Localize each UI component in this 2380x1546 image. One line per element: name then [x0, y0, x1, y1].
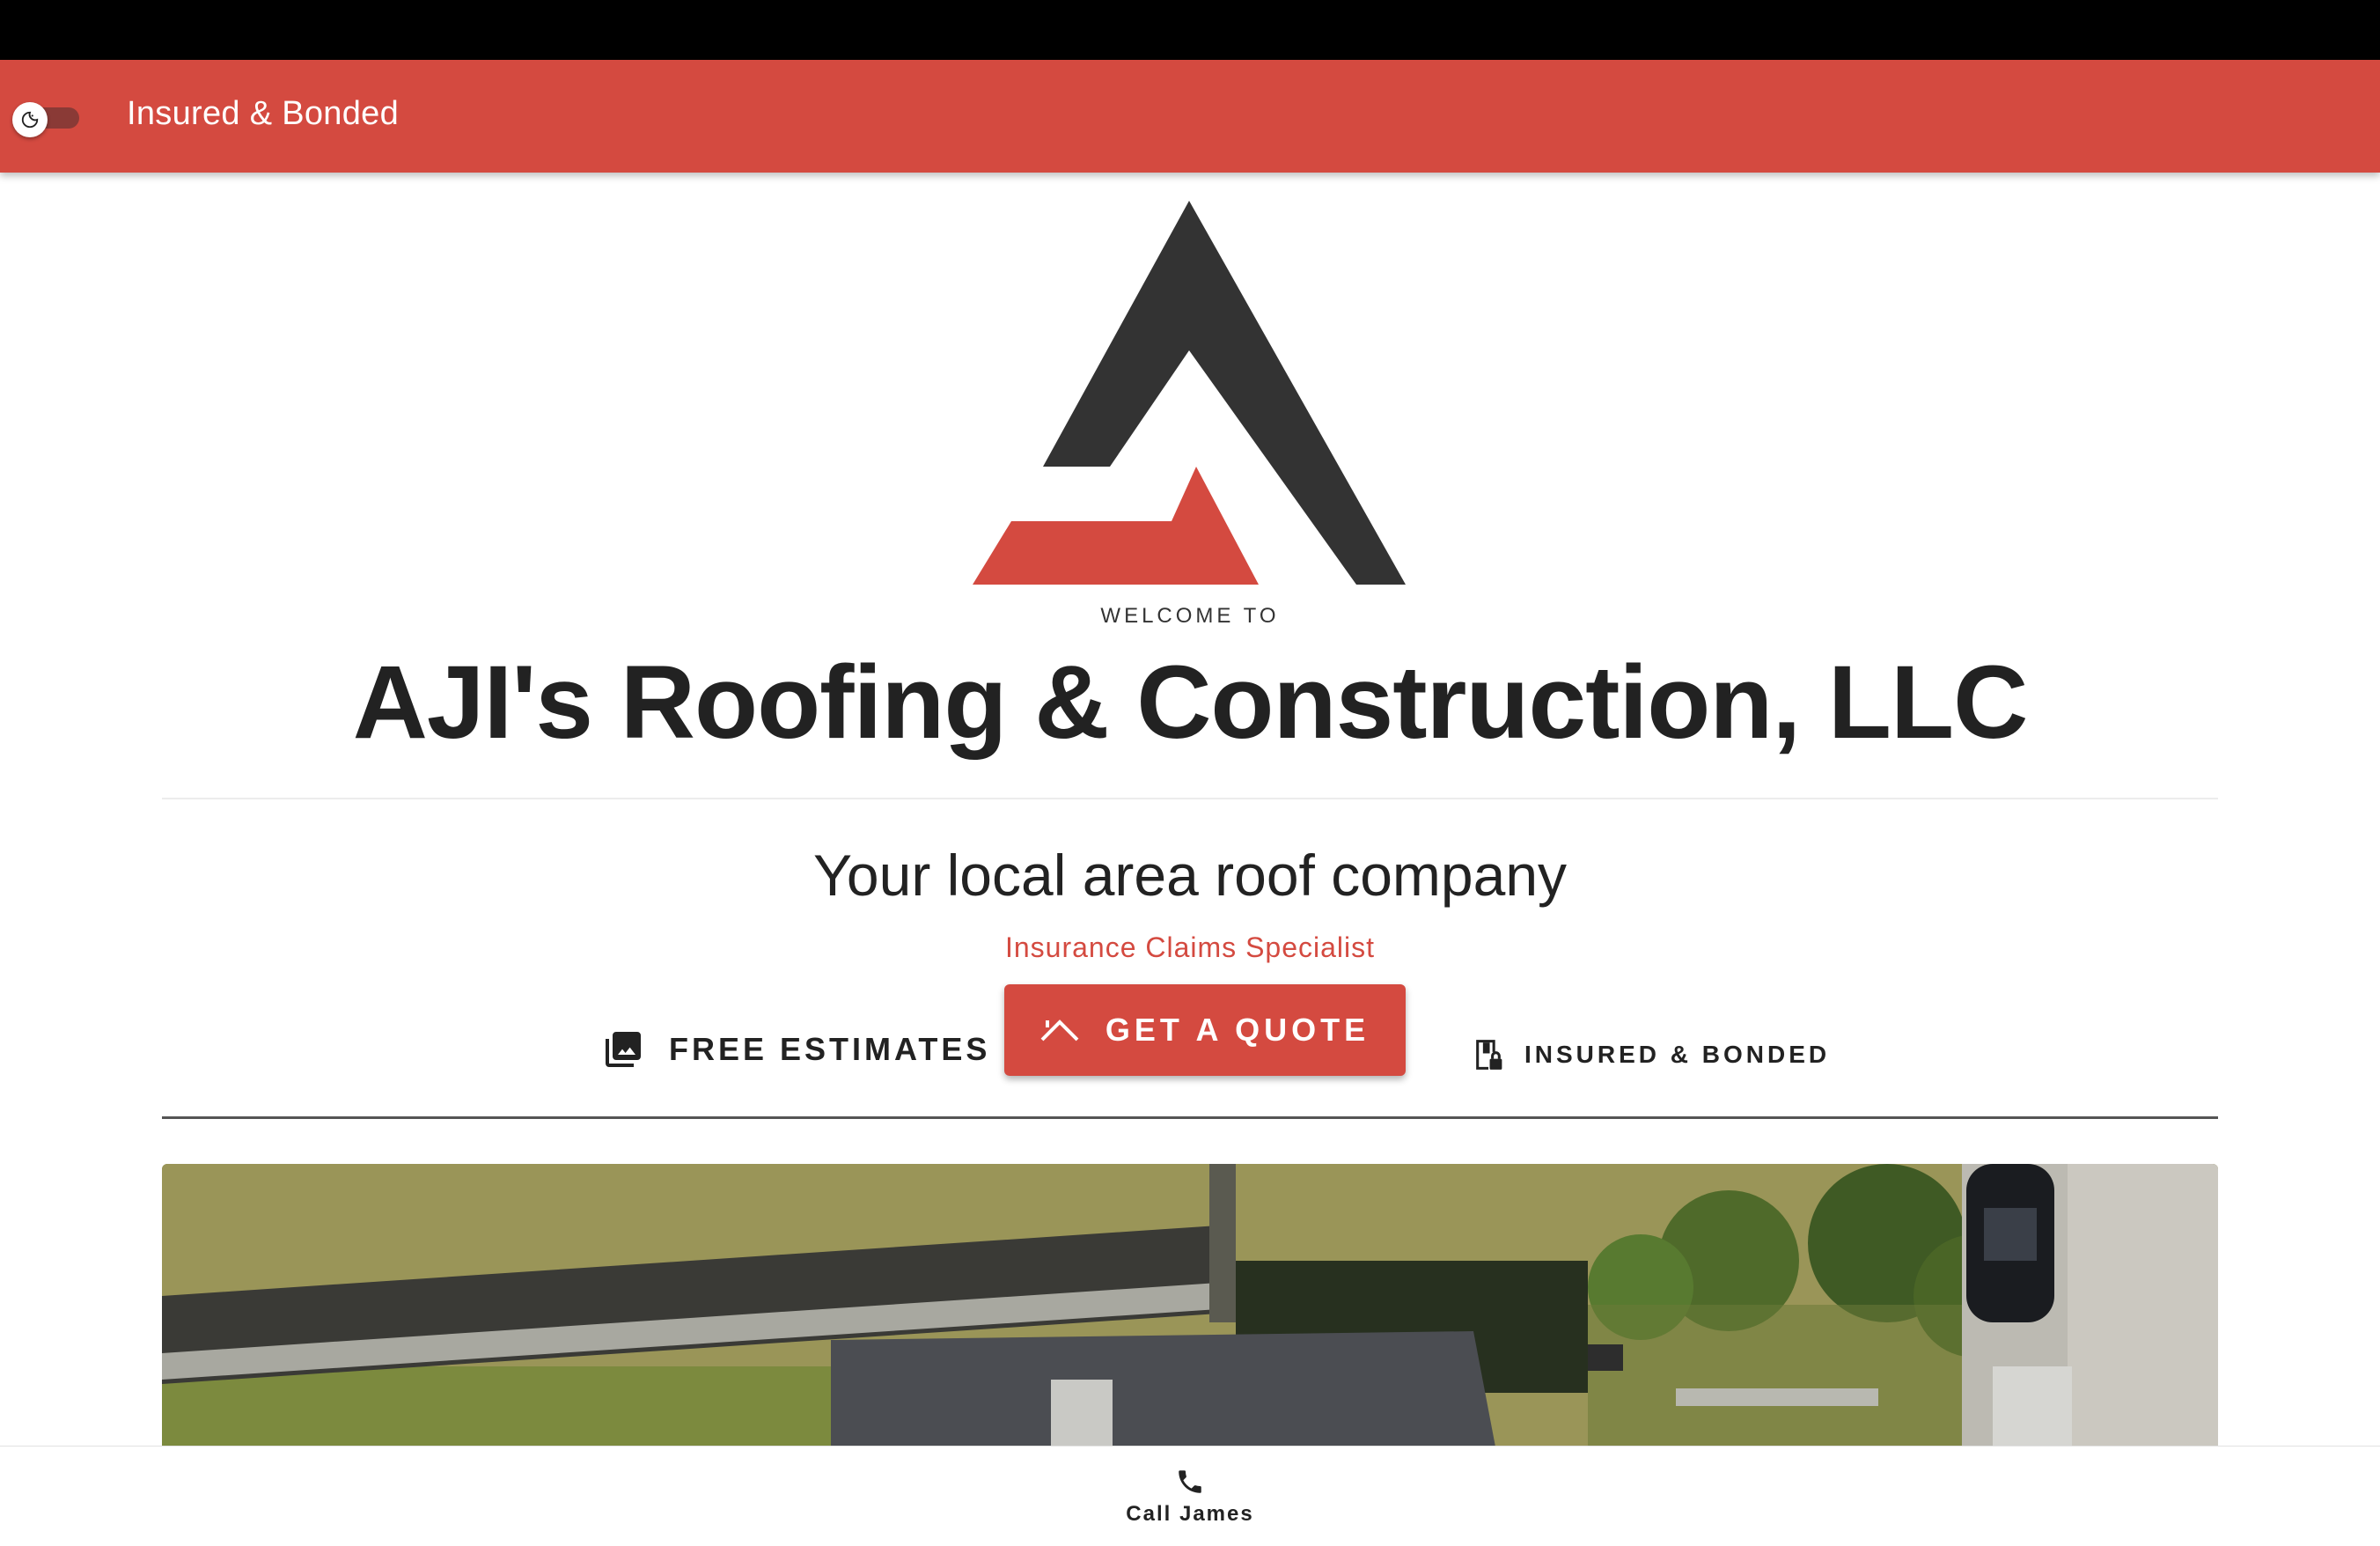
insured-bonded-button[interactable]: INSURED & BONDED	[1472, 1009, 1830, 1101]
subtagline: Insurance Claims Specialist	[1004, 931, 1376, 963]
section-divider	[162, 1116, 2218, 1119]
call-james-label: Call James	[1126, 1501, 1254, 1526]
dark-mode-icon	[12, 102, 48, 137]
free-estimates-button[interactable]: FREE ESTIMATES	[602, 1004, 990, 1095]
app-bar: Insured & Bonded	[0, 60, 2380, 173]
bottom-navigation: Call James	[0, 1446, 2380, 1546]
tagline: Your local area roof company	[812, 843, 1568, 908]
get-quote-label: GET A QUOTE	[1105, 1012, 1370, 1048]
free-estimates-label: FREE ESTIMATES	[669, 1031, 991, 1067]
dark-mode-toggle[interactable]	[12, 102, 83, 137]
call-james-button[interactable]: Call James	[1126, 1467, 1253, 1527]
photo-library-icon	[606, 1032, 641, 1067]
company-logo	[973, 201, 1406, 585]
phone-icon	[1179, 1469, 1201, 1493]
welcome-text: WELCOME TO	[1100, 604, 1280, 628]
roof-icon	[1040, 1020, 1079, 1042]
badge-lock-icon	[1476, 1040, 1502, 1070]
insured-bonded-label: INSURED & BONDED	[1524, 1041, 1831, 1068]
app-bar-title: Insured & Bonded	[127, 95, 400, 132]
window-top-bar	[0, 0, 2380, 60]
divider	[162, 798, 2218, 799]
get-quote-button[interactable]: GET A QUOTE	[1004, 984, 1406, 1076]
company-name: AJI's Roofing & Construction, LLC	[352, 644, 2029, 761]
